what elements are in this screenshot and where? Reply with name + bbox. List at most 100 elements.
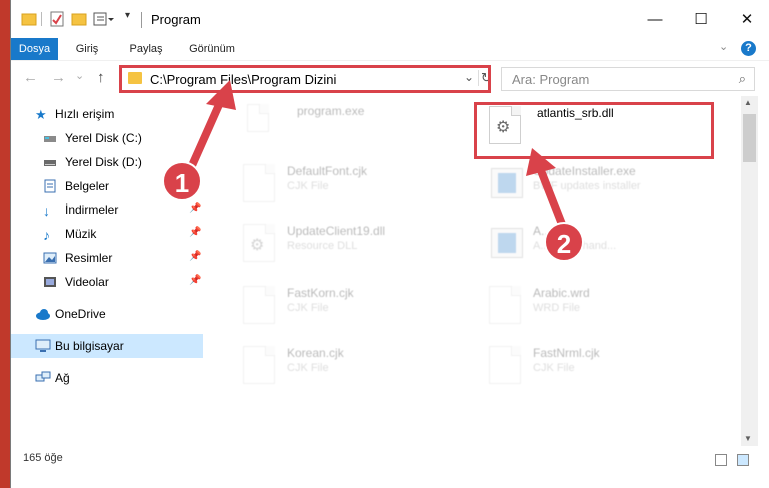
file-item-arabic[interactable]: Arabic.wrd WRD File (457, 284, 697, 340)
sidebar-item-disk-c[interactable]: Yerel Disk (C:) (11, 126, 203, 150)
computer-icon (35, 339, 51, 353)
file-type: CJK File (287, 362, 329, 374)
network-icon (35, 371, 51, 385)
file-item-updateinstaller[interactable]: UpdateInstaller.exe BWF updates installe… (457, 162, 697, 218)
sidebar-item-label: Yerel Disk (C:) (65, 131, 142, 145)
vertical-scrollbar[interactable]: ▲ ▼ (741, 96, 758, 446)
installer-icon (491, 168, 523, 198)
sidebar-item-this-pc[interactable]: Bu bilgisayar (11, 334, 203, 358)
status-bar: 165 öğe (11, 446, 769, 472)
generic-file-icon (489, 346, 521, 384)
generic-file-icon (243, 346, 275, 384)
gear-icon: ⚙ (250, 237, 265, 254)
sidebar-item-label: Resimler (65, 251, 113, 265)
pin-icon[interactable]: 📌 (189, 203, 201, 214)
tab-view[interactable]: Görünüm (181, 38, 243, 60)
expand-ribbon-icon[interactable]: ⌄ (719, 40, 728, 53)
pictures-icon (43, 251, 57, 265)
file-type: WRD File (533, 302, 581, 314)
ribbon-tabs: Dosya Giriş Paylaş Görünüm ⌄ ? (11, 38, 769, 60)
file-item-korean[interactable]: Korean.cjk CJK File (211, 344, 451, 400)
dll-highlight-box (474, 102, 714, 159)
sidebar-item-label: Hızlı erişim (55, 107, 115, 121)
large-icons-view-icon[interactable] (737, 454, 749, 466)
music-icon: ♪ (43, 227, 50, 243)
sidebar-item-label: Ağ (55, 371, 70, 385)
properties-icon[interactable] (49, 11, 65, 27)
sidebar-item-pictures[interactable]: Resimler 📌 (11, 246, 203, 270)
sidebar-item-label: İndirmeler (65, 203, 119, 217)
sidebar-item-label: Belgeler (65, 179, 110, 193)
tab-home[interactable]: Giriş (67, 38, 107, 60)
videos-icon (43, 275, 57, 289)
sidebar-item-music[interactable]: ♪ Müzik 📌 (11, 222, 203, 246)
folder-icon (21, 11, 37, 27)
pin-icon[interactable]: 📌 (189, 275, 201, 286)
file-name: FastKorn.cjk (287, 286, 354, 300)
file-item-fastkorn[interactable]: FastKorn.cjk CJK File (211, 284, 451, 340)
new-folder-icon[interactable] (71, 11, 87, 27)
sidebar-item-network[interactable]: Ağ (11, 366, 203, 390)
address-highlight-box (119, 65, 491, 93)
application-icon (491, 228, 523, 258)
forward-arrow-icon[interactable]: → (51, 69, 66, 86)
file-item-fastnrml[interactable]: FastNrml.cjk CJK File (457, 344, 697, 400)
file-type: CJK File (287, 180, 329, 192)
sidebar-item-onedrive[interactable]: OneDrive (11, 302, 203, 326)
search-input[interactable]: Ara: Program ⌕ (501, 67, 755, 91)
generic-file-icon (243, 286, 275, 324)
file-type: CJK File (533, 362, 575, 374)
file-item-defaultfont[interactable]: DefaultFont.cjk CJK File (211, 162, 451, 218)
sidebar-item-label: OneDrive (55, 307, 106, 321)
file-name: UpdateClient19.dll (287, 224, 386, 238)
sidebar-item-quick-access[interactable]: ★ Hızlı erişim (11, 102, 203, 126)
customize-toolbar-icon[interactable]: ▾ (125, 10, 130, 21)
file-item-updateclient[interactable]: ⚙ UpdateClient19.dll Resource DLL (211, 222, 451, 278)
maximize-button[interactable]: ☐ (678, 0, 724, 38)
close-button[interactable]: ✕ (724, 0, 769, 38)
executable-icon (247, 104, 269, 132)
navigation-pane: ★ Hızlı erişim Yerel Disk (C:) Yerel Dis… (11, 96, 211, 446)
tab-share[interactable]: Paylaş (123, 38, 169, 60)
explorer-window: ▾ Program — ☐ ✕ Dosya Giriş Paylaş Görün… (10, 0, 769, 488)
back-arrow-icon[interactable]: ← (23, 69, 38, 86)
file-name: FastNrml.cjk (533, 346, 600, 360)
drive-icon (43, 155, 57, 169)
step-badge-2: 2 (544, 222, 584, 262)
scroll-up-icon[interactable]: ▲ (744, 98, 752, 107)
file-name: UpdateInstaller.exe (533, 164, 636, 178)
details-view-icon[interactable] (715, 454, 727, 466)
file-item-program-exe[interactable]: program.exe (211, 102, 451, 158)
title-bar: ▾ Program — ☐ ✕ (11, 0, 769, 38)
sidebar-item-label: Yerel Disk (D:) (65, 155, 142, 169)
sidebar-item-label: Müzik (65, 227, 97, 241)
navigation-bar: ← → ⌄ ↑ C:\Program Files\Program Dizini … (11, 60, 769, 96)
dll-file-icon: ⚙ (243, 224, 275, 262)
tab-file[interactable]: Dosya (11, 38, 58, 60)
recent-locations-icon[interactable]: ⌄ (75, 69, 84, 82)
scroll-down-icon[interactable]: ▼ (744, 434, 752, 443)
item-count: 165 öğe (23, 452, 63, 464)
minimize-button[interactable]: — (632, 0, 678, 38)
pin-icon[interactable]: 📌 (189, 227, 201, 238)
up-arrow-icon[interactable]: ↑ (97, 69, 105, 86)
file-name: Korean.cjk (287, 346, 344, 360)
file-name: Arabic.wrd (533, 286, 590, 300)
sidebar-item-label: Videolar (65, 275, 109, 289)
step-badge-1: 1 (162, 161, 202, 201)
file-type: Resource DLL (287, 240, 358, 252)
window-title: Program (151, 12, 201, 27)
star-icon: ★ (35, 107, 47, 122)
file-type: CJK File (287, 302, 329, 314)
view-options-icon[interactable] (93, 11, 114, 27)
file-type: BWF updates installer (533, 180, 641, 192)
sidebar-item-videos[interactable]: Videolar 📌 (11, 270, 203, 294)
pin-icon[interactable]: 📌 (189, 251, 201, 262)
download-arrow-icon: ↓ (43, 203, 50, 219)
generic-file-icon (243, 164, 275, 202)
sidebar-item-downloads[interactable]: ↓ İndirmeler 📌 (11, 198, 203, 222)
help-icon[interactable]: ? (741, 41, 756, 56)
file-name: program.exe (297, 104, 365, 118)
scroll-thumb[interactable] (743, 114, 756, 162)
search-icon[interactable]: ⌕ (739, 71, 746, 87)
